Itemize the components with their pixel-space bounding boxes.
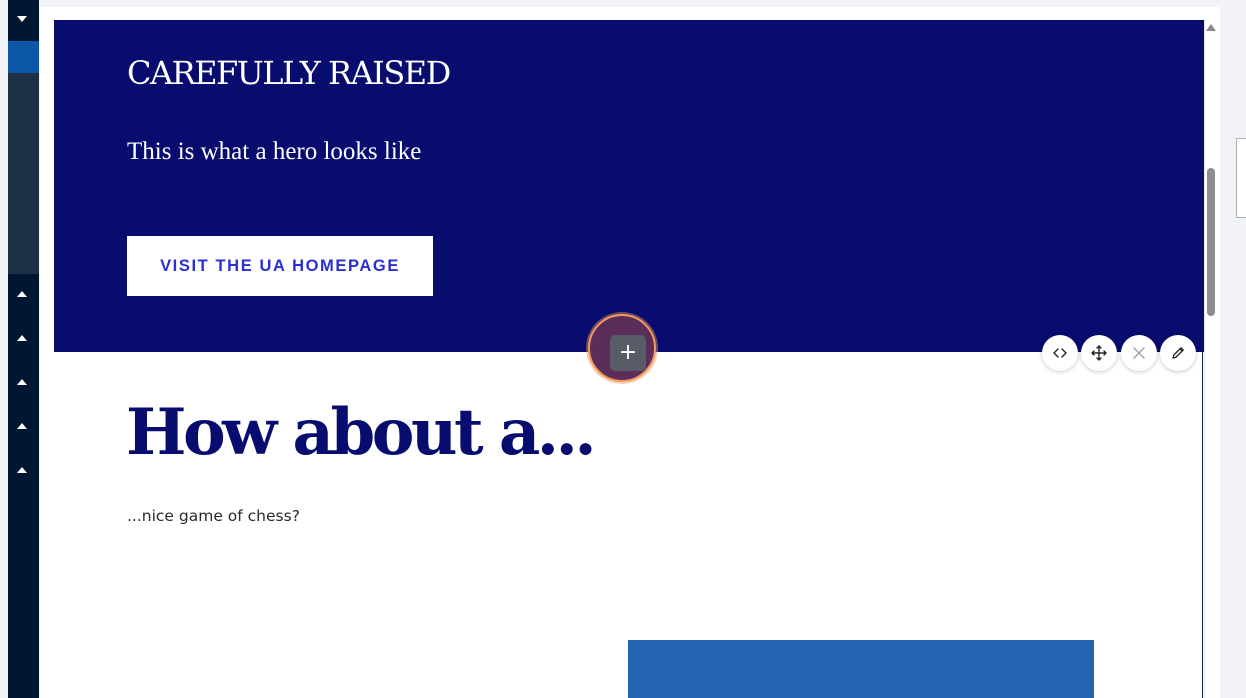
blue-content-block (628, 640, 1094, 698)
section-heading: How about a... (126, 395, 597, 470)
add-section-button[interactable]: + (610, 335, 646, 371)
chevron-up-icon[interactable] (17, 335, 27, 341)
scrollbar-thumb[interactable] (1207, 168, 1215, 316)
hero-title: CAREFULLY RAISED (127, 54, 451, 92)
chevron-down-icon[interactable] (17, 16, 27, 22)
editor-sidebar (8, 0, 39, 698)
move-icon (1091, 345, 1107, 361)
chevron-up-icon[interactable] (17, 423, 27, 429)
sidebar-panel (8, 41, 39, 274)
move-section-button[interactable] (1081, 335, 1117, 371)
code-icon (1053, 348, 1067, 358)
remove-section-button[interactable] (1121, 335, 1157, 371)
chevron-up-icon[interactable] (17, 467, 27, 473)
scrollbar-track[interactable] (1204, 20, 1219, 698)
section-body-text: ...nice game of chess? (127, 507, 300, 525)
sidebar-active-item[interactable] (8, 41, 39, 73)
chevron-up-icon[interactable] (17, 291, 27, 297)
edit-section-button[interactable] (1160, 335, 1196, 371)
visit-homepage-button[interactable]: VISIT THE UA HOMEPAGE (127, 236, 433, 296)
chevron-up-icon[interactable] (17, 379, 27, 385)
code-view-button[interactable] (1042, 335, 1078, 371)
edit-icon (1172, 347, 1184, 359)
hero-subtitle: This is what a hero looks like (127, 138, 422, 165)
side-panel-edge (1236, 138, 1246, 218)
close-icon (1133, 347, 1145, 359)
scroll-up-icon[interactable] (1206, 24, 1216, 31)
